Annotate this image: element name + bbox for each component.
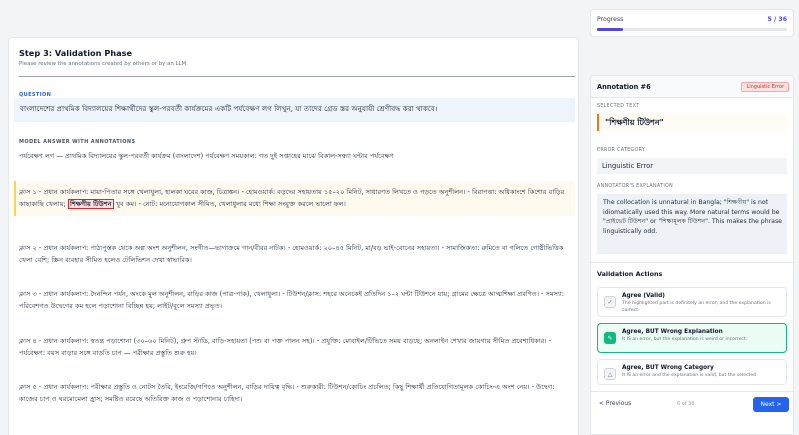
answer-paragraph: পর্যবেক্ষণ লগ — প্রাথমিক বিদ্যালয়ের স্ক… [19, 152, 394, 160]
previous-button[interactable]: < Previous [595, 398, 635, 412]
agree-wrong-explanation-option[interactable]: ✎ Agree, BUT Wrong Explanation It IS an … [597, 323, 787, 353]
progress-card: Progress 5 / 36 [590, 9, 794, 37]
annotation-highlight[interactable]: শিক্ষণীয় টিউশন [67, 199, 114, 209]
agree-wrong-category-option[interactable]: △ Agree, BUT Wrong Category It IS an err… [597, 359, 787, 385]
option-description: It IS an error, but the explanation is w… [622, 337, 748, 342]
agree-valid-option[interactable]: ✓ Agree (Valid) The highlighted part is … [597, 287, 787, 317]
option-title: Agree, BUT Wrong Explanation [622, 329, 723, 335]
divider [591, 262, 793, 263]
option-title: Agree, BUT Wrong Category [622, 365, 714, 371]
annotation-header: Annotation #6 Linguistic Error [591, 76, 793, 98]
explanation-label: ANNOTATOR'S EXPLANATION [597, 184, 674, 189]
divider [19, 76, 575, 77]
question-text: বাংলাদেশের প্রাথমিক বিদ্যালয়ের শিক্ষার্… [20, 104, 438, 113]
answer-paragraph: ক্লাস ৫ - প্রধান কার্যকলাপ: পরীক্ষার প্র… [19, 383, 555, 403]
error-category-box: Linguistic Error [597, 158, 787, 174]
next-button[interactable]: Next > [753, 397, 789, 412]
model-answer-label: MODEL ANSWER WITH ANNOTATIONS [19, 139, 136, 145]
selected-text: "শিক্ষণীয় টিউশন" [605, 118, 664, 127]
question-box: বাংলাদেশের প্রাথমিক বিদ্যালয়ের শিক্ষার্… [14, 98, 575, 122]
step-subtitle: Please review the annotations created by… [19, 61, 188, 67]
annotated-paragraph: ক্লাস ১ - প্রধান কার্যকলাপ: মায়া-পিতার … [19, 186, 569, 210]
page-indicator: 6 of 36 [677, 401, 695, 407]
edit-icon: ✎ [604, 332, 616, 344]
answer-paragraph: ক্লাস ২ - প্রধান কার্যকলাপ: পাঠ্যপুস্তক … [19, 244, 564, 264]
answer-paragraph: ক্লাস ৪ - প্রধান কার্যকলাপ: স্বতন্ত্র পড… [19, 337, 552, 357]
progress-bar [597, 28, 787, 31]
option-description: The highlighted part is definitely an er… [622, 301, 771, 313]
progress-label: Progress [597, 16, 624, 23]
selected-text-box: "শিক্ষণীয় টিউশন" [597, 114, 787, 131]
progress-fill [597, 28, 624, 31]
progress-count: 5 / 36 [767, 16, 787, 23]
sidebar: Progress 5 / 36 Annotation #6 Linguistic… [590, 9, 794, 435]
option-title: Agree (Valid) [622, 293, 665, 299]
check-circle-icon: ✓ [604, 296, 616, 308]
explanation-box: The collocation is unnatural in Bangla; … [597, 194, 787, 254]
paragraph-text: খুব কম। - নোট: মনোযোগকাল সীমিত, খেলাধুলা… [113, 200, 346, 208]
validation-panel: Step 3: Validation Phase Please review t… [8, 37, 579, 435]
warning-icon: △ [604, 368, 616, 380]
error-category-label: ERROR CATEGORY [597, 148, 646, 153]
answer-paragraph: ক্লাস ৩ - প্রধান কার্যকলাপ: দৈনন্দিন পর্… [19, 290, 565, 310]
annotation-card: Annotation #6 Linguistic Error SELECTED … [590, 75, 794, 435]
step-title: Step 3: Validation Phase [19, 48, 133, 58]
explanation-text: The collocation is unnatural in Bangla; … [603, 199, 782, 235]
annotation-title: Annotation #6 [597, 83, 651, 91]
error-category: Linguistic Error [602, 162, 654, 170]
selected-text-label: SELECTED TEXT [597, 104, 640, 109]
error-badge: Linguistic Error [741, 82, 789, 92]
option-description: It IS an error and the explanation is va… [622, 373, 757, 378]
pagination-nav: < Previous 6 of 36 Next > [591, 391, 793, 417]
validation-actions-title: Validation Actions [597, 270, 663, 278]
